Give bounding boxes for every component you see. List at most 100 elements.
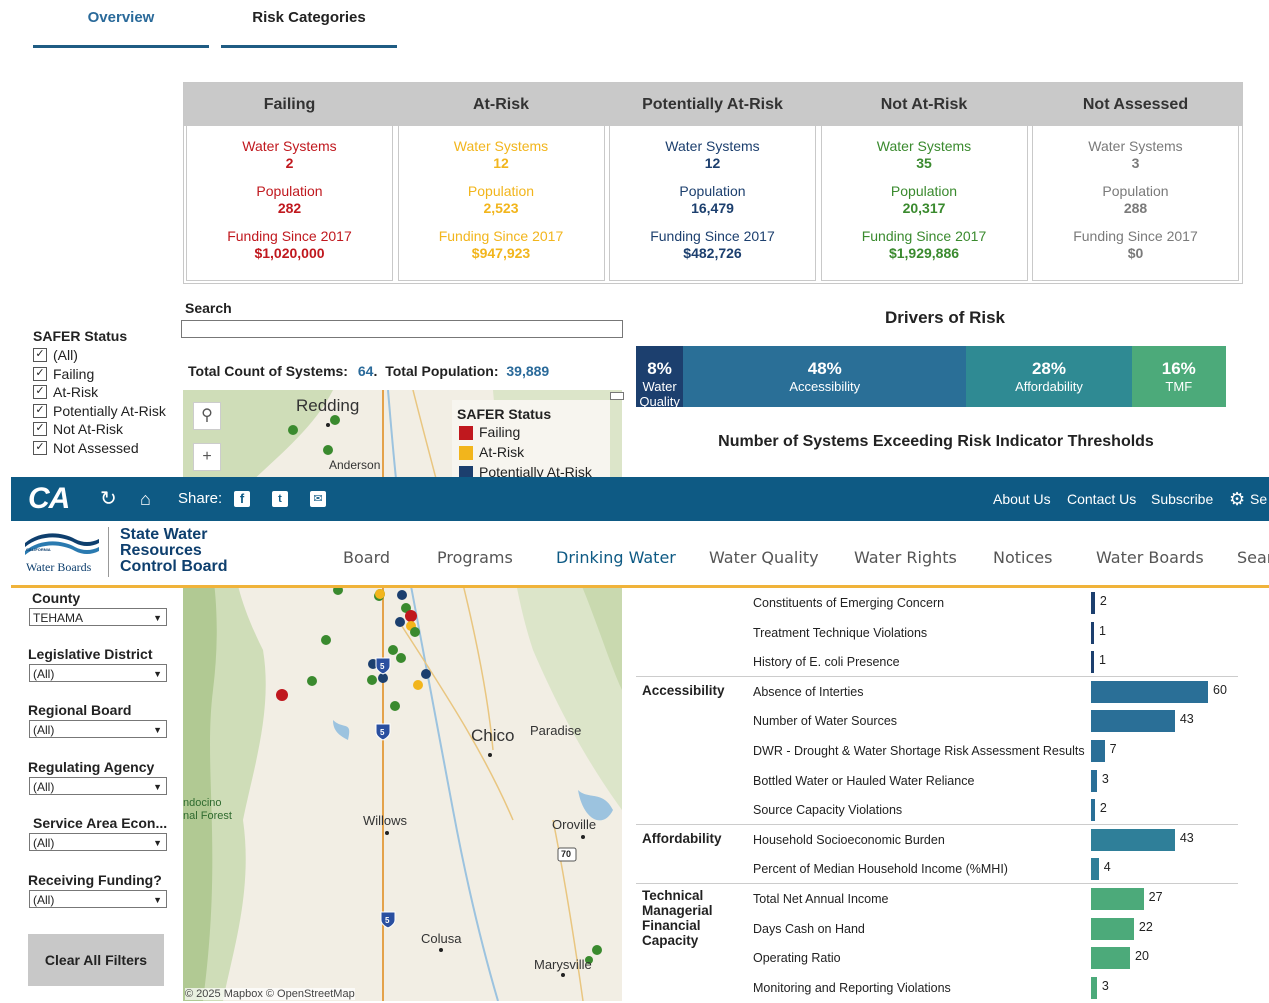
tab-overview[interactable]: Overview [33,0,209,48]
drivers-segment-name: Accessibility [789,379,861,394]
filter-select[interactable]: (All) ▼ [29,777,167,795]
nav-water-quality[interactable]: Water Quality [709,521,819,595]
about-us-link[interactable]: About Us [993,477,1051,521]
funding-label: Funding Since 2017 [227,228,352,244]
checkbox-checked-icon[interactable]: ✓ [33,403,47,418]
checkbox-checked-icon[interactable]: ✓ [33,348,47,363]
legend-item-label: Failing [479,424,521,440]
indicator-category: Accessibility [642,682,725,698]
indicator-row[interactable]: Bottled Water or Hauled Water Reliance 3 [636,766,1238,796]
indicator-row[interactable]: Source Capacity Violations 2 [636,795,1238,825]
indicator-bar[interactable] [1091,888,1144,910]
drivers-segment-name: Water Quality [639,379,680,409]
home-icon[interactable]: ⌂ [140,477,151,521]
indicator-bar[interactable] [1091,947,1130,970]
drivers-segment-pct: 28% [1031,359,1066,378]
indicator-bar[interactable] [1091,710,1175,733]
checkbox-checked-icon[interactable]: ✓ [33,366,47,381]
safer-option[interactable]: ✓ (All) [33,346,78,364]
indicator-name: Monitoring and Reporting Violations [753,980,951,995]
total-count-label: Total Count of Systems: [188,363,348,379]
indicator-bar[interactable] [1091,828,1175,851]
magnifier-icon: ⚲ [201,407,213,424]
indicator-name: Treatment Technique Violations [753,625,928,640]
indicator-row[interactable]: Percent of Median Household Income (%MHI… [636,854,1238,884]
indicator-bar[interactable] [1091,769,1097,792]
gear-icon[interactable]: ⚙ [1229,477,1245,521]
indicator-row[interactable]: Affordability Household Socioeconomic Bu… [636,825,1238,855]
safer-option[interactable]: ✓ At-Risk [33,383,98,401]
indicator-bar[interactable] [1091,799,1095,822]
indicator-value: 43 [1179,712,1194,727]
filter-select[interactable]: (All) ▼ [29,720,167,738]
indicator-row[interactable]: Technical Managerial Financial Capacity … [636,884,1238,948]
clear-all-filters-button[interactable]: Clear All Filters [28,934,164,986]
indicator-row[interactable]: Days Cash on Hand 22 [636,914,1238,944]
nav-programs[interactable]: Programs [437,521,513,595]
email-icon[interactable]: ✉ [310,491,326,507]
indicator-bar[interactable] [1091,592,1095,614]
indicator-bar[interactable] [1091,976,1097,999]
filter-select[interactable]: (All) ▼ [29,664,167,682]
legend-collapse-icon[interactable] [610,392,624,400]
indicator-row[interactable]: History of E. coli Presence 1 [636,647,1238,677]
filter-select[interactable]: (All) ▼ [29,833,167,851]
indicator-bar[interactable] [1091,651,1094,674]
indicator-name: Days Cash on Hand [753,921,865,936]
nav-water-rights[interactable]: Water Rights [854,521,957,595]
subscribe-link[interactable]: Subscribe [1151,477,1213,521]
nav-board[interactable]: Board [343,521,390,595]
indicator-row[interactable]: Constituents of Emerging Concern 2 [636,588,1238,618]
indicator-row[interactable]: Monitoring and Reporting Violations 3 [636,973,1238,1003]
ca-logo-icon[interactable]: CA [28,477,70,521]
indicator-bar[interactable] [1091,858,1099,881]
translate-icon[interactable]: ↻ [100,477,117,521]
checkbox-checked-icon[interactable]: ✓ [33,385,47,400]
map-search-button[interactable]: ⚲ [193,402,221,430]
indicator-name: Bottled Water or Hauled Water Reliance [753,773,975,788]
nav-drinking-water[interactable]: Drinking Water [556,521,676,595]
nav-notices[interactable]: Notices [993,521,1052,595]
filter-select[interactable]: (All) ▼ [29,890,167,908]
indicator-bar[interactable] [1091,917,1134,940]
contact-us-link[interactable]: Contact Us [1067,477,1136,521]
filter-select-value: (All) [33,667,55,681]
indicator-name: Absence of Interties [753,684,864,699]
indicator-bar[interactable] [1091,680,1208,703]
drivers-segment[interactable]: 16% TMF [1131,346,1226,407]
funding-label: Funding Since 2017 [650,228,775,244]
indicator-row[interactable]: Accessibility Absence of Interties 60 [636,677,1238,707]
drivers-segment[interactable]: 8% Water Quality [636,346,684,409]
indicator-name: DWR - Drought & Water Shortage Risk Asse… [753,744,1085,758]
tab-risk-categories[interactable]: Risk Categories [221,0,397,48]
filter-label: Regulating Agency [28,759,155,775]
facebook-icon[interactable]: f [234,491,250,507]
checkbox-checked-icon[interactable]: ✓ [33,422,47,437]
nav-water-boards[interactable]: Water Boards [1096,521,1204,595]
safer-option[interactable]: ✓ Not At-Risk [33,420,123,438]
tab-underline [33,45,209,48]
indicator-bar[interactable] [1091,740,1105,762]
indicator-row[interactable]: Number of Water Sources 43 [636,706,1238,736]
filter-select[interactable]: TEHAMA ▼ [29,608,167,626]
safer-option[interactable]: ✓ Failing [33,365,94,383]
search-input[interactable] [181,320,623,338]
logo-agency-name[interactable]: State Water Resources Control Board [120,527,228,575]
nav-search[interactable]: Sear [1237,521,1269,595]
settings-link[interactable]: Se [1250,477,1267,521]
population-value: 16,479 [691,200,734,216]
indicator-row[interactable]: Treatment Technique Violations 1 [636,618,1238,648]
indicator-row[interactable]: Operating Ratio 20 [636,943,1238,973]
indicator-row[interactable]: DWR - Drought & Water Shortage Risk Asse… [636,736,1238,766]
filter-select-value: (All) [33,723,55,737]
logo-line3: Control Board [120,558,228,575]
zoom-in-button[interactable]: + [193,443,221,471]
indicator-name: Source Capacity Violations [753,803,903,818]
drivers-segment[interactable]: 48% Accessibility [683,346,967,407]
drivers-segment[interactable]: 28% Affordability [966,346,1132,407]
safer-option[interactable]: ✓ Potentially At-Risk [33,402,166,420]
safer-option[interactable]: ✓ Not Assessed [33,439,139,457]
twitter-icon[interactable]: t [272,491,288,507]
checkbox-checked-icon[interactable]: ✓ [33,440,47,455]
indicator-bar[interactable] [1091,621,1094,644]
